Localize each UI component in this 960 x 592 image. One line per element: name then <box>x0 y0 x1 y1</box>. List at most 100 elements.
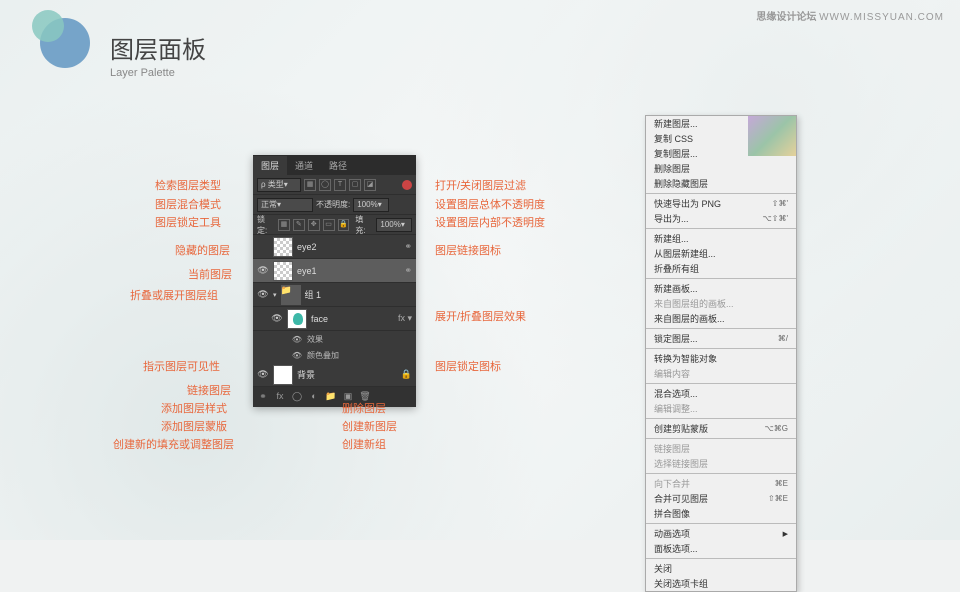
filter-pixels-icon[interactable]: ▦ <box>304 179 316 191</box>
fx-icon[interactable]: fx ▾ <box>398 313 412 324</box>
callout: 图层混合模式 <box>155 196 221 212</box>
opacity-label: 不透明度: <box>316 199 350 210</box>
menu-item[interactable]: 折叠所有组 <box>646 261 796 276</box>
layer-style-button[interactable]: fx <box>274 391 286 403</box>
menu-item[interactable]: 动画选项▶ <box>646 526 796 541</box>
callout: 检索图层类型 <box>155 177 221 193</box>
callout: 指示图层可见性 <box>143 358 220 374</box>
callout: 打开/关闭图层过滤 <box>435 177 526 193</box>
menu-item: 编辑内容 <box>646 366 796 381</box>
menu-item[interactable]: 混合选项... <box>646 386 796 401</box>
callout: 添加图层样式 <box>161 400 227 416</box>
visibility-icon[interactable] <box>257 241 269 253</box>
menu-item[interactable]: 新建组... <box>646 231 796 246</box>
layer-thumbnail <box>273 365 293 385</box>
menu-item[interactable]: 拼合图像 <box>646 506 796 521</box>
fx-label: 效果 <box>307 334 323 345</box>
disclosure-icon[interactable]: ▾ <box>273 291 277 299</box>
visibility-icon[interactable]: 👁 <box>257 265 269 277</box>
menu-item[interactable]: 关闭 <box>646 561 796 576</box>
visibility-icon[interactable]: 👁 <box>291 333 303 345</box>
fx-item-row[interactable]: 👁 颜色叠加 <box>253 347 416 363</box>
lock-pixels-icon[interactable]: ▦ <box>278 219 290 231</box>
new-group-button[interactable]: 📁 <box>325 391 337 403</box>
callout: 图层锁定工具 <box>155 214 221 230</box>
layer-name[interactable]: eye2 <box>297 242 400 252</box>
filter-shape-icon[interactable]: ▢ <box>349 179 361 191</box>
tab-layers[interactable]: 图层 <box>253 156 287 175</box>
visibility-icon[interactable]: 👁 <box>291 349 303 361</box>
callout: 设置图层总体不透明度 <box>435 196 545 212</box>
callout: 折叠或展开图层组 <box>130 287 218 303</box>
filter-row: ρ 类型 ▾ ▦ ◯ T ▢ ◪ <box>253 175 416 195</box>
layer-row[interactable]: 👁 ▾ 📁 组 1 <box>253 283 416 307</box>
layer-name[interactable]: eye1 <box>297 266 400 276</box>
lock-artboard-icon[interactable]: ▭ <box>323 219 335 231</box>
menu-item[interactable]: 合并可见图层⇧⌘E <box>646 491 796 506</box>
tab-paths[interactable]: 路径 <box>321 156 355 175</box>
menu-item[interactable]: 转换为智能对象 <box>646 351 796 366</box>
logo <box>40 18 90 68</box>
filter-type-icon[interactable]: T <box>334 179 346 191</box>
panel-context-menu: 新建图层...⇧⌘N复制 CSS复制图层...删除图层删除隐藏图层快速导出为 P… <box>645 115 797 592</box>
visibility-icon[interactable]: 👁 <box>257 369 269 381</box>
menu-item[interactable]: 来自图层的画板... <box>646 311 796 326</box>
layer-row[interactable]: 👁 eye1 ⚭ <box>253 259 416 283</box>
lock-position-icon[interactable]: ✥ <box>308 219 320 231</box>
layer-row[interactable]: 👁 face fx ▾ <box>253 307 416 331</box>
tab-channels[interactable]: 通道 <box>287 156 321 175</box>
watermark: 思缘设计论坛 WWW.MISSYUAN.COM <box>756 8 944 23</box>
menu-item[interactable]: 创建剪贴蒙版⌥⌘G <box>646 421 796 436</box>
blend-mode-dropdown[interactable]: 正常 ▾ <box>257 198 313 212</box>
layer-row[interactable]: eye2 ⚭ <box>253 235 416 259</box>
menu-item[interactable]: 锁定图层...⌘/ <box>646 331 796 346</box>
fill-input[interactable]: 100% ▾ <box>376 218 412 232</box>
link-layers-button[interactable]: ⚭ <box>257 391 269 403</box>
adjustment-layer-button[interactable]: ◐ <box>308 391 320 403</box>
menu-item: 选择链接图层 <box>646 456 796 471</box>
layer-thumbnail <box>273 261 293 281</box>
page-title: 图层面板 Layer Palette <box>110 30 206 79</box>
fx-item-label: 颜色叠加 <box>307 350 339 361</box>
blend-row: 正常 ▾ 不透明度: 100% ▾ <box>253 195 416 215</box>
lock-icon: 🔒 <box>401 369 412 380</box>
filter-smart-icon[interactable]: ◪ <box>364 179 376 191</box>
lock-all-icon[interactable]: 🔒 <box>338 219 350 231</box>
layer-row[interactable]: 👁 背景 🔒 <box>253 363 416 387</box>
menu-item: 编辑调整... <box>646 401 796 416</box>
callout: 图层锁定图标 <box>435 358 501 374</box>
fx-effects-row[interactable]: 👁 效果 <box>253 331 416 347</box>
folder-icon: 📁 <box>281 285 301 305</box>
filter-toggle-icon[interactable] <box>402 180 412 190</box>
menu-item: 来自图层组的画板... <box>646 296 796 311</box>
kind-dropdown[interactable]: ρ 类型 ▾ <box>257 178 301 192</box>
menu-item[interactable]: 关闭选项卡组 <box>646 576 796 591</box>
menu-item[interactable]: 从图层新建组... <box>646 246 796 261</box>
menu-item[interactable]: 导出为...⌥⇧⌘' <box>646 211 796 226</box>
visibility-icon[interactable]: 👁 <box>271 313 283 325</box>
layer-name[interactable]: face <box>311 314 394 324</box>
panel-tabs: 图层 通道 路径 <box>253 155 416 175</box>
menu-item[interactable]: 面板选项... <box>646 541 796 556</box>
menu-item[interactable]: 快速导出为 PNG⇧⌘' <box>646 196 796 211</box>
callout: 创建新的填充或调整图层 <box>113 436 234 452</box>
menu-item: 链接图层 <box>646 441 796 456</box>
menu-item[interactable]: 新建画板... <box>646 281 796 296</box>
callout: 链接图层 <box>187 382 231 398</box>
callout: 添加图层蒙版 <box>161 418 227 434</box>
lock-brush-icon[interactable]: ✎ <box>293 219 305 231</box>
layer-mask-button[interactable]: ◯ <box>291 391 303 403</box>
visibility-icon[interactable]: 👁 <box>257 289 269 301</box>
layer-thumbnail <box>287 309 307 329</box>
menu-item[interactable]: 删除隐藏图层 <box>646 176 796 191</box>
callout: 删除图层 <box>342 400 386 416</box>
panel-footer: ⚭ fx ◯ ◐ 📁 ▣ 🗑 <box>253 387 416 407</box>
callout: 创建新组 <box>342 436 386 452</box>
callout: 当前图层 <box>188 266 232 282</box>
opacity-input[interactable]: 100% ▾ <box>353 198 389 212</box>
layer-name[interactable]: 背景 <box>297 368 397 381</box>
menu-item: 向下合并⌘E <box>646 476 796 491</box>
layer-name[interactable]: 组 1 <box>305 288 412 301</box>
menu-item[interactable]: 删除图层 <box>646 161 796 176</box>
filter-adjust-icon[interactable]: ◯ <box>319 179 331 191</box>
